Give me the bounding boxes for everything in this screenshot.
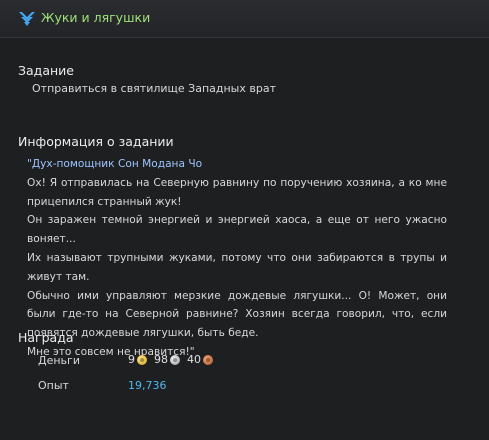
description-paragraph: Мне это совсем не нравится!"	[27, 345, 195, 358]
money-value: 9 98 40	[128, 353, 220, 366]
task-objective: Отправиться в святилище Западных врат	[32, 82, 276, 95]
gold-coin-icon	[137, 354, 147, 365]
copper-amount: 40	[187, 353, 201, 366]
description-paragraph: Их называют трупными жуками, потому что …	[27, 251, 447, 283]
quest-description: "Дух-помощник Сон Модана Чо Ох! Я отправ…	[27, 155, 447, 362]
silver-coin-icon	[170, 354, 180, 365]
speaker-name: "Дух-помощник Сон Модана Чо	[27, 158, 203, 170]
quest-title: Жуки и лягушки	[41, 10, 151, 25]
copper-coin-icon	[203, 354, 213, 365]
info-heading: Информация о задании	[18, 134, 174, 149]
description-paragraph: Обычно ими управляют мерзкие дождевые ля…	[27, 289, 447, 340]
description-paragraph: Ох! Я отправилась на Северную равнину по…	[27, 176, 447, 208]
task-heading: Задание	[18, 63, 74, 78]
exp-label: Опыт	[38, 379, 69, 392]
description-paragraph: Он заражен темной энергией и энергией ха…	[27, 214, 447, 246]
money-label: Деньги	[38, 354, 80, 367]
reward-heading: Награда	[18, 330, 74, 345]
chevron-down-icon	[19, 12, 35, 26]
gold-amount: 9	[128, 353, 135, 366]
quest-header: Жуки и лягушки	[0, 0, 489, 38]
silver-amount: 98	[154, 353, 168, 366]
exp-value: 19,736	[128, 379, 167, 392]
